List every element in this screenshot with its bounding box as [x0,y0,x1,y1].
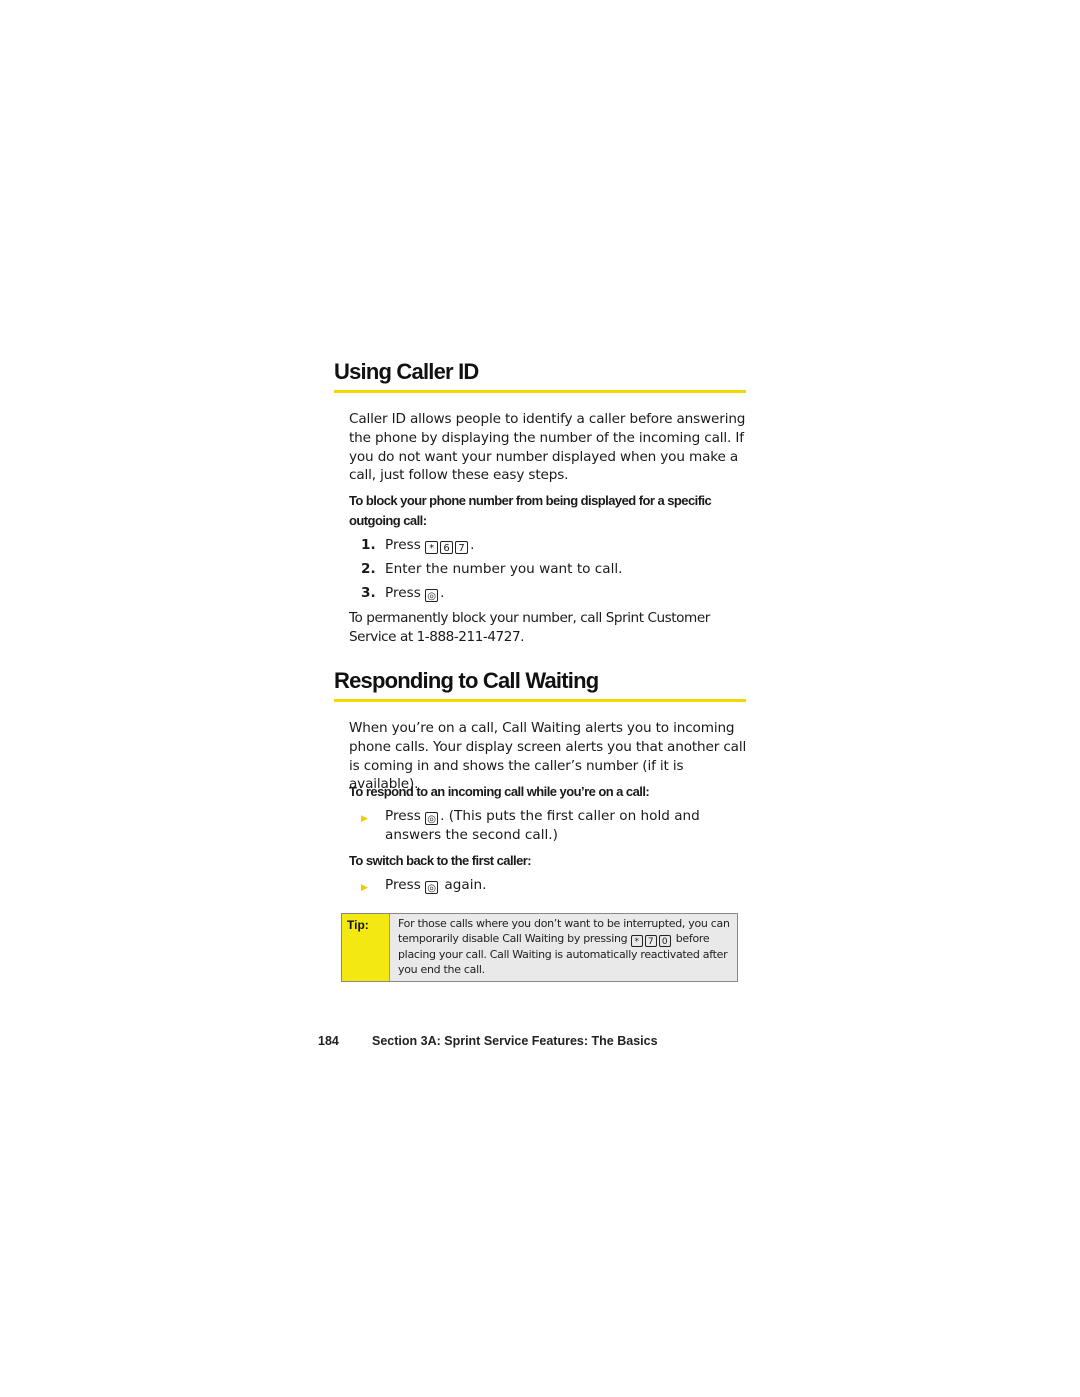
key-0-icon: 0 [658,935,671,947]
key-star-icon: * [425,541,439,554]
talk-key-icon: ◎ [425,881,439,894]
bullet-respond: ▶ Press ◎. (This puts the first caller o… [349,807,749,845]
key-7-icon: 7 [644,935,657,947]
tip-label: Tip: [342,914,390,981]
talk-key-icon: ◎ [425,589,439,602]
tip-text: For those calls where you don’t want to … [398,916,733,977]
step-text: Enter the number you want to call. [385,561,623,577]
bullet-text: Press [385,808,421,824]
step-suffix: . [470,537,475,553]
step-2: 2. Enter the number you want to call. [349,560,749,578]
key-star-icon: * [630,935,643,947]
caller-id-intro: Caller ID allows people to identify a ca… [349,411,746,484]
step-3: 3. Press ◎. [349,584,749,602]
bullet-arrow-icon: ▶ [361,814,368,824]
switch-back-subheading: To switch back to the first caller: [349,853,532,868]
heading-call-waiting: Responding to Call Waiting [334,668,599,693]
tip-box: Tip: For those calls where you don’t wan… [341,913,738,982]
block-number-subheading: To block your phone number from being di… [349,493,712,528]
bullet-suffix: again. [440,877,487,893]
step-number: 3. [361,585,376,601]
heading-using-caller-id: Using Caller ID [334,359,479,384]
page-number: 184 [318,1034,339,1048]
bullet-text: Press [385,877,421,893]
permanent-block-note: To permanently block your number, call S… [349,610,710,645]
talk-key-icon: ◎ [425,812,439,825]
step-suffix: . [440,585,445,601]
footer-section-title: Section 3A: Sprint Service Features: The… [372,1034,658,1048]
heading-rule [334,390,746,393]
step-number: 1. [361,537,376,553]
step-1: 1. Press * 6 7. [349,536,749,554]
heading-rule [334,699,746,702]
key-7-icon: 7 [455,541,469,554]
step-text: Press [385,537,421,553]
step-text: Press [385,585,421,601]
bullet-arrow-icon: ▶ [361,883,368,893]
step-number: 2. [361,561,376,577]
respond-subheading: To respond to an incoming call while you… [349,784,650,799]
key-6-icon: 6 [440,541,454,554]
bullet-switch-back: ▶ Press ◎ again. [349,876,749,895]
